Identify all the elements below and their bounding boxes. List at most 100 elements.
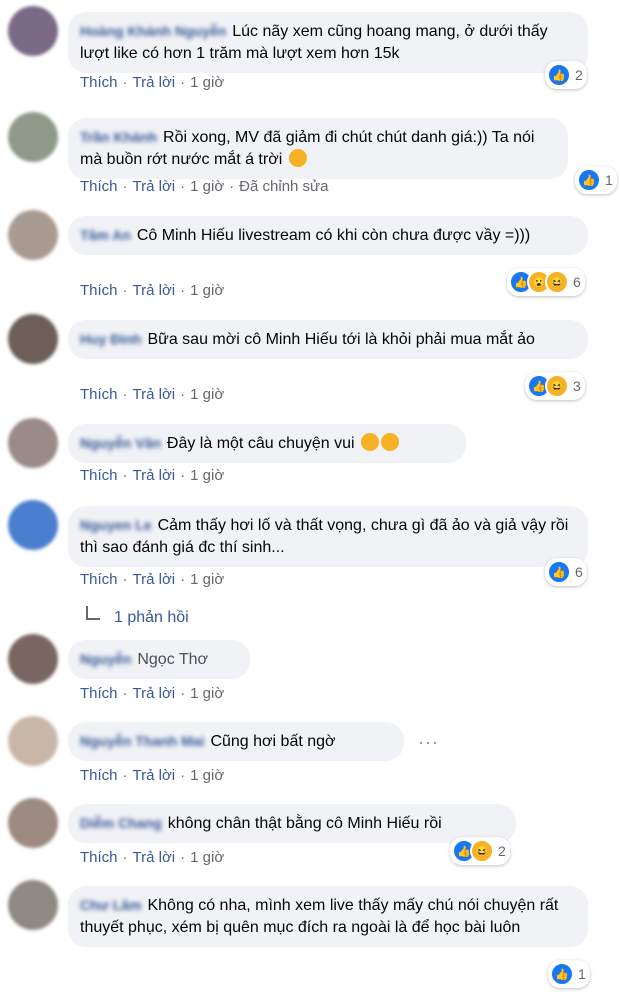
commenter-name[interactable]: Nguyễn Thanh Mai — [80, 733, 204, 749]
like-link[interactable]: Thích — [80, 386, 118, 403]
comment-actions: Thích · Trả lời · 1 giờ · Đã chỉnh sửa — [80, 178, 329, 195]
reply-link[interactable]: Trả lời — [133, 386, 176, 403]
like-reaction-icon: 👍 — [547, 560, 571, 584]
reply-link[interactable]: Trả lời — [133, 685, 176, 702]
avatar[interactable] — [8, 112, 58, 162]
haha-reaction-icon: 😆 — [545, 374, 569, 398]
reply-link[interactable]: Trả lời — [133, 74, 176, 91]
timestamp[interactable]: 1 giờ — [190, 849, 224, 866]
comment-actions: Thích · Trả lời · 1 giờ — [80, 685, 225, 702]
more-options-icon[interactable]: ··· — [418, 732, 439, 753]
reaction-summary[interactable]: 👍 6 — [545, 558, 587, 586]
comment-bubble: Nguyễn Ngọc Thơ — [68, 640, 250, 679]
comment-actions: Thích · Trả lời · 1 giờ — [80, 571, 225, 588]
commenter-name[interactable]: Chư Lâm — [80, 897, 141, 913]
timestamp[interactable]: 1 giờ — [190, 685, 224, 702]
like-link[interactable]: Thích — [80, 467, 118, 484]
like-reaction-icon: 👍 — [550, 962, 574, 986]
reaction-count: 2 — [575, 67, 583, 83]
like-link[interactable]: Thích — [80, 74, 118, 91]
timestamp[interactable]: 1 giờ — [190, 767, 224, 784]
comment-bubble: Trần Khánh Rồi xong, MV đã giảm đi chút c… — [68, 118, 568, 179]
rofl-emoji-icon — [381, 433, 400, 451]
comment-text: Cô Minh Hiếu livestream có khi còn chưa … — [136, 227, 531, 244]
comment-actions: Thích · Trả lời · 1 giờ — [80, 767, 225, 784]
avatar[interactable] — [8, 500, 58, 550]
avatar[interactable] — [8, 798, 58, 848]
comment-text: Đây là một câu chuyện vui — [166, 435, 355, 452]
comment-bubble: Nguyễn Văn Đây là một câu chuyện vui — [68, 424, 466, 463]
comment-bubble: Chư Lâm Không có nha, mình xem live thấy … — [68, 886, 588, 947]
commenter-name[interactable]: Nguyen Le — [80, 517, 152, 533]
avatar[interactable] — [8, 634, 58, 684]
laughing-emoji-icon — [288, 149, 307, 167]
like-link[interactable]: Thích — [80, 282, 118, 299]
commenter-name[interactable]: Diễm Chang — [80, 815, 162, 831]
reaction-summary[interactable]: 👍 😆 3 — [525, 372, 585, 400]
reaction-count: 6 — [573, 274, 581, 290]
comment-text: Cảm thấy hơi lố và thất vọng, chưa gì đã… — [80, 517, 569, 556]
comment-actions: Thích · Trả lời · 1 giờ — [80, 467, 225, 484]
comment-bubble: Hoàng Khánh Nguyễn Lúc nãy xem cũng hoang… — [68, 12, 588, 73]
commenter-name-blurred[interactable]: Nguyễn — [80, 651, 131, 667]
commenter-name[interactable]: Tâm An — [80, 227, 131, 243]
reaction-summary[interactable]: 👍 1 — [548, 960, 590, 988]
like-reaction-icon: 👍 — [577, 168, 601, 192]
reaction-count: 3 — [573, 378, 581, 394]
avatar[interactable] — [8, 6, 58, 56]
reply-link[interactable]: Trả lời — [133, 282, 176, 299]
comment-actions: Thích · Trả lời · 1 giờ — [80, 849, 225, 866]
view-replies-link[interactable]: 1 phản hồi — [86, 606, 189, 627]
comment-bubble: Huy Đình Bữa sau mời cô Minh Hiếu tới là … — [68, 320, 588, 359]
comment-text: không chân thật bằng cô Minh Hiếu rồi — [167, 815, 442, 832]
reaction-count: 1 — [578, 966, 586, 982]
timestamp[interactable]: 1 giờ — [190, 386, 224, 403]
commenter-name[interactable]: Trần Khánh — [80, 129, 157, 145]
reaction-summary[interactable]: 👍 😆 2 — [450, 837, 510, 865]
timestamp[interactable]: 1 giờ — [190, 282, 224, 299]
reaction-summary[interactable]: 👍 1 — [575, 166, 617, 194]
reaction-summary[interactable]: 👍 2 — [545, 61, 587, 89]
comment-bubble: Diễm Chang không chân thật bằng cô Minh H… — [68, 804, 516, 843]
reply-arrow-icon — [86, 606, 100, 620]
comment-bubble: Nguyễn Thanh Mai Cũng hơi bất ngờ — [68, 722, 404, 761]
avatar[interactable] — [8, 314, 58, 364]
reply-link[interactable]: Trả lời — [133, 467, 176, 484]
reaction-count: 1 — [605, 172, 613, 188]
commenter-name[interactable]: Nguyễn Văn — [80, 435, 161, 451]
commenter-name[interactable]: Ngọc Thơ — [137, 651, 208, 668]
like-link[interactable]: Thích — [80, 685, 118, 702]
comment-actions: Thích · Trả lời · 1 giờ — [80, 386, 225, 403]
reaction-count: 2 — [498, 843, 506, 859]
timestamp[interactable]: 1 giờ — [190, 467, 224, 484]
reply-link[interactable]: Trả lời — [133, 767, 176, 784]
haha-reaction-icon: 😆 — [470, 839, 494, 863]
reaction-summary[interactable]: 👍 😮 😆 6 — [507, 268, 585, 296]
commenter-name[interactable]: Hoàng Khánh Nguyễn — [80, 23, 226, 39]
commenter-name[interactable]: Huy Đình — [80, 331, 141, 347]
haha-reaction-icon: 😆 — [545, 270, 569, 294]
avatar[interactable] — [8, 880, 58, 930]
reply-link[interactable]: Trả lời — [133, 178, 176, 195]
edited-label[interactable]: Đã chỉnh sửa — [239, 178, 328, 195]
timestamp[interactable]: 1 giờ — [190, 74, 224, 91]
comment-text: Cũng hơi bất ngờ — [210, 733, 336, 750]
like-link[interactable]: Thích — [80, 178, 118, 195]
like-reaction-icon: 👍 — [547, 63, 571, 87]
comment-actions: Thích · Trả lời · 1 giờ — [80, 74, 225, 91]
reply-link[interactable]: Trả lời — [133, 849, 176, 866]
avatar[interactable] — [8, 418, 58, 468]
timestamp[interactable]: 1 giờ — [190, 571, 224, 588]
comment-text: Không có nha, mình xem live thấy mấy chú… — [80, 897, 559, 936]
comment-bubble: Nguyen Le Cảm thấy hơi lố và thất vọng, c… — [68, 506, 588, 567]
grinning-emoji-icon — [361, 433, 380, 451]
comment-text: Bữa sau mời cô Minh Hiếu tới là khỏi phả… — [147, 331, 535, 348]
timestamp[interactable]: 1 giờ — [190, 178, 224, 195]
like-link[interactable]: Thích — [80, 849, 118, 866]
avatar[interactable] — [8, 210, 58, 260]
comment-actions: Thích · Trả lời · 1 giờ — [80, 282, 225, 299]
avatar[interactable] — [8, 716, 58, 766]
like-link[interactable]: Thích — [80, 571, 118, 588]
reply-link[interactable]: Trả lời — [133, 571, 176, 588]
like-link[interactable]: Thích — [80, 767, 118, 784]
